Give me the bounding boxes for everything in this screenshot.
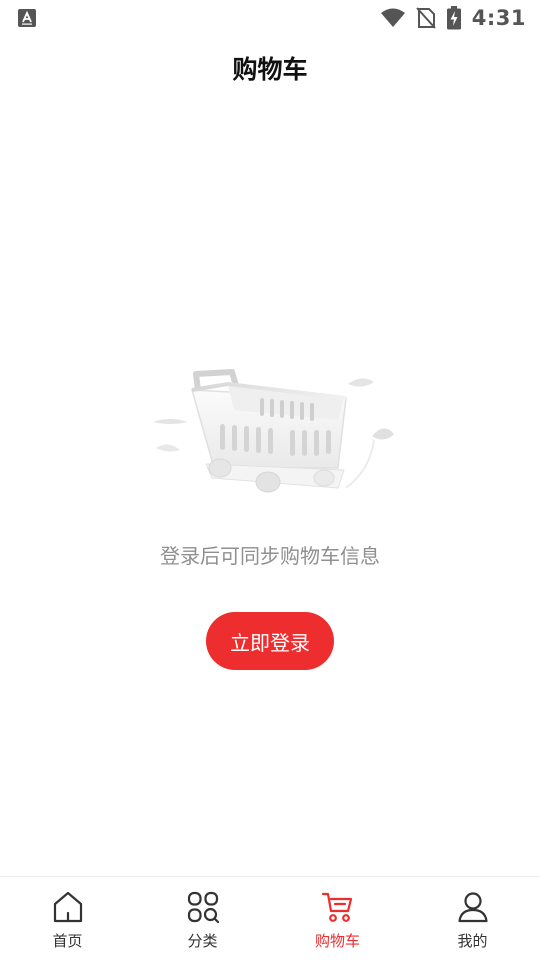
keyboard-a-icon (18, 9, 36, 27)
nav-label-cart: 购物车 (314, 932, 360, 950)
cart-icon (321, 892, 352, 922)
status-time: 4:31 (471, 6, 526, 30)
cart-screen: 4:31 购物车 登录后可同步购物车信息 立即登录 首页 分类 购物车 我的 (0, 0, 540, 960)
login-button[interactable]: 立即登录 (206, 612, 334, 670)
no-sim-icon (416, 7, 436, 29)
nav-label-profile: 我的 (457, 932, 488, 950)
wifi-icon (380, 8, 405, 27)
status-bar: 4:31 (0, 0, 540, 36)
nav-item-home[interactable]: 首页 (0, 877, 135, 960)
nav-label-category: 分类 (187, 932, 218, 950)
nav-label-home: 首页 (52, 932, 83, 950)
nav-item-cart[interactable]: 购物车 (270, 877, 405, 960)
nav-item-profile[interactable]: 我的 (405, 877, 540, 960)
profile-icon (457, 892, 488, 923)
bottom-nav: 首页 分类 购物车 我的 (0, 876, 540, 960)
category-icon (187, 891, 219, 924)
empty-cart-message: 登录后可同步购物车信息 (160, 544, 380, 568)
nav-item-category[interactable]: 分类 (135, 877, 270, 960)
battery-charging-icon (446, 6, 461, 30)
empty-cart-illustration (153, 369, 394, 493)
page-title: 购物车 (232, 55, 308, 84)
status-icons: 4:31 (380, 5, 526, 31)
home-icon (53, 891, 82, 923)
header: 购物车 (0, 36, 540, 100)
